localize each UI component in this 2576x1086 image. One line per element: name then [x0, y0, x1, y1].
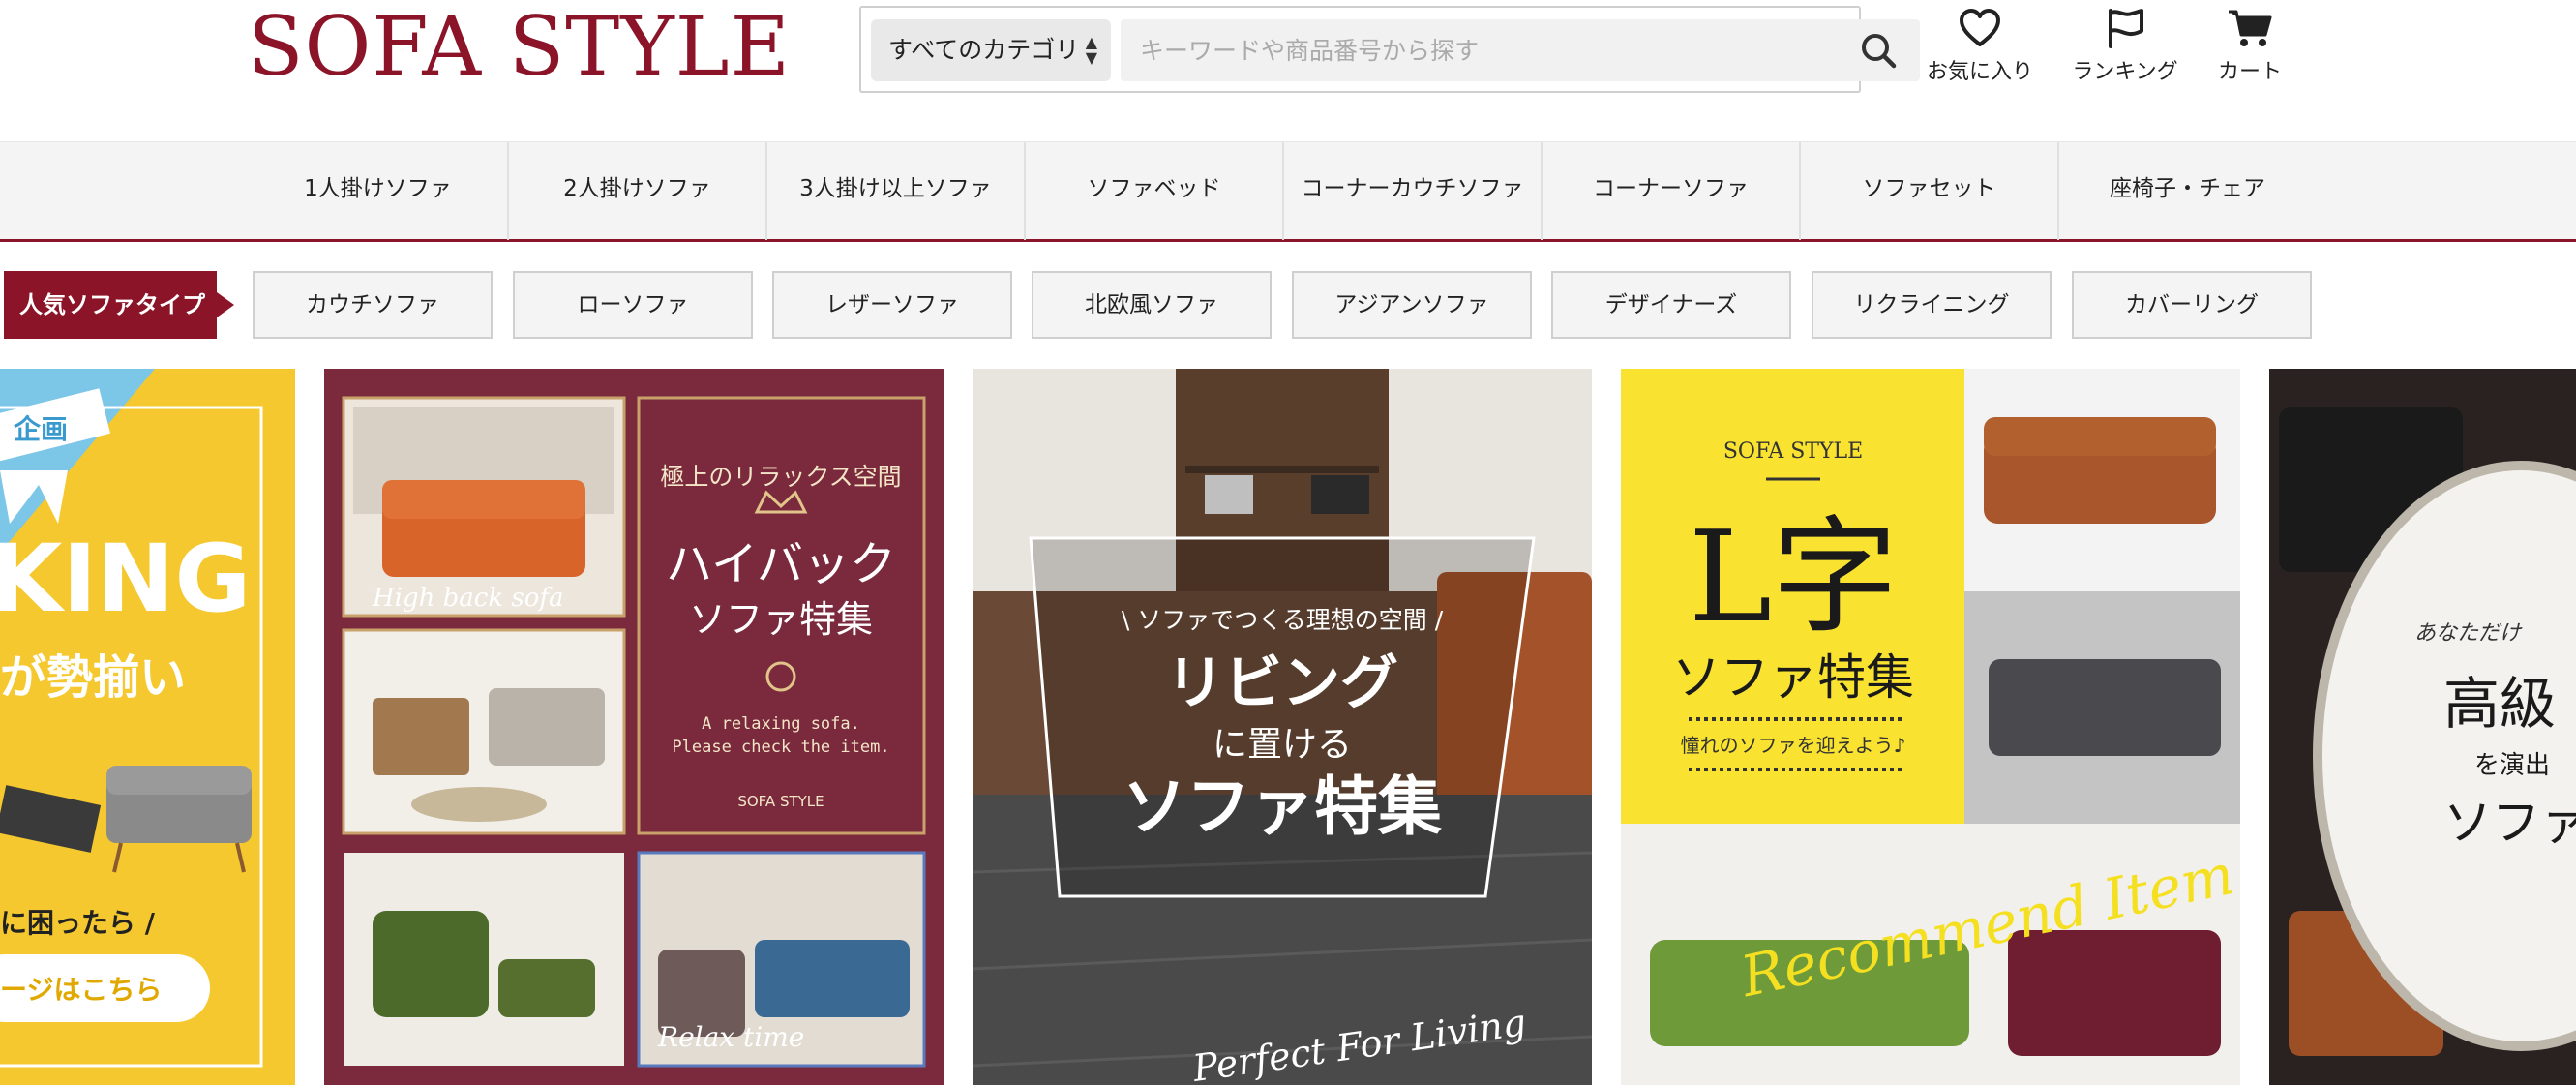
cat-chair[interactable]: 座椅子・チェア [2057, 142, 2316, 240]
banner-highback[interactable]: High back sofa Relax time 極上のリラックス空間 ハイバ… [324, 369, 944, 1085]
banner-luxury-t3: を演出 [2474, 751, 2550, 780]
type-nordic[interactable]: 北欧風ソファ [1032, 271, 1272, 339]
banner-lshape-title1: L字 [1689, 503, 1898, 650]
ranking-link[interactable]: ランキング [2067, 8, 2183, 85]
banner-lshape[interactable]: SOFA STYLE L字 ソファ特集 憧れのソファを迎えよう♪ Recomme… [1621, 369, 2240, 1085]
site-logo[interactable]: SOFA STYLE [248, 4, 791, 89]
search-icon [1862, 34, 1897, 69]
cat-1-seat[interactable]: 1人掛けソファ [249, 142, 507, 240]
type-covering[interactable]: カバーリング [2072, 271, 2312, 339]
favorites-label: お気に入り [1926, 60, 2033, 84]
banner-luxury-t2: 高級 [2443, 671, 2556, 737]
banner-ranking-title: KING [0, 525, 251, 633]
banner-highback-title1: ハイバック [666, 537, 896, 591]
popular-types-label: 人気ソファタイプ [4, 271, 234, 339]
banner-luxury[interactable]: あなただけ 高級 を演出 ソファ [2269, 369, 2576, 1085]
cat-set[interactable]: ソファセット [1799, 142, 2057, 240]
banner-ranking-sub: が勢揃い [0, 650, 186, 705]
search-input[interactable] [1121, 19, 1837, 81]
select-arrows-icon: ▲ ▼ [1085, 33, 1097, 67]
cat-corner-couch[interactable]: コーナーカウチソファ [1282, 142, 1541, 240]
banner-ranking-tag: 企画 [14, 413, 68, 445]
banner-highback-en2: Please check the item. [672, 738, 889, 757]
type-low[interactable]: ローソファ [513, 271, 753, 339]
banner-living-title2: に置ける [1213, 725, 1352, 765]
banner-living-title1: リビング [1166, 649, 1398, 717]
type-asian[interactable]: アジアンソファ [1292, 271, 1532, 339]
heart-icon [1960, 9, 2000, 46]
banner-lshape-title2: ソファ特集 [1672, 649, 1914, 706]
banner-ranking[interactable]: 企画 KING が勢揃い に困ったら / ージはこちら [0, 369, 295, 1085]
banner-living-art: \ ソファでつくる理想の空間 / リビング に置ける ソファ特集 Perfect… [973, 369, 1592, 1085]
cart-label: カート [2217, 60, 2282, 84]
banner-luxury-t1: あなただけ [2414, 621, 2523, 646]
banner-luxury-art: あなただけ 高級 を演出 ソファ [2269, 369, 2576, 1085]
banner-luxury-t4: ソファ [2443, 795, 2576, 851]
cat-2-seat[interactable]: 2人掛けソファ [507, 142, 765, 240]
type-couch[interactable]: カウチソファ [253, 271, 493, 339]
banner-ranking-button: ージはこちら [0, 974, 162, 1006]
cart-icon [2229, 10, 2272, 46]
category-select-value: すべてのカテゴリ [888, 36, 1080, 64]
banner-highback-title2: ソファ特集 [689, 598, 873, 641]
cat-3-seat[interactable]: 3人掛け以上ソファ [765, 142, 1024, 240]
banner-ranking-art: 企画 KING が勢揃い に困ったら / ージはこちら [0, 369, 263, 1068]
flag-icon [2109, 9, 2143, 48]
cat-sofabed[interactable]: ソファベッド [1024, 142, 1282, 240]
search-bar: すべてのカテゴリ ▲ ▼ [859, 6, 1920, 93]
banner-highback-script2: Relax time [657, 1021, 804, 1053]
category-select[interactable]: すべてのカテゴリ ▲ ▼ [871, 19, 1111, 81]
cart-link[interactable]: カート [2208, 8, 2291, 85]
type-reclining[interactable]: リクライニング [1812, 271, 2052, 339]
banner-living-kicker: \ ソファでつくる理想の空間 / [1122, 606, 1444, 634]
banner-lshape-brand: SOFA STYLE [1723, 439, 1863, 464]
banner-living-title3: ソファ特集 [1123, 769, 1442, 844]
search-button[interactable] [1837, 19, 1920, 81]
type-leather[interactable]: レザーソファ [772, 271, 1012, 339]
cat-corner[interactable]: コーナーソファ [1541, 142, 1799, 240]
banner-ranking-line: に困ったら / [0, 907, 156, 939]
ranking-label: ランキング [2072, 60, 2178, 84]
banner-highback-kicker: 極上のリラックス空間 [660, 463, 901, 491]
banner-highback-brand: SOFA STYLE [737, 793, 824, 810]
banner-highback-art: High back sofa Relax time 極上のリラックス空間 ハイバ… [324, 369, 944, 1085]
favorites-link[interactable]: お気に入り [1922, 8, 2038, 85]
category-nav: 1人掛けソファ 2人掛けソファ 3人掛け以上ソファ ソファベッド コーナーカウチ… [0, 141, 2576, 242]
banner-highback-script: High back sofa [372, 584, 564, 613]
type-designers[interactable]: デザイナーズ [1551, 271, 1791, 339]
banner-lshape-art: SOFA STYLE L字 ソファ特集 憧れのソファを迎えよう♪ Recomme… [1621, 369, 2240, 1085]
site-header: SOFA STYLE すべてのカテゴリ ▲▼ お気に入り ランキング [0, 0, 2576, 141]
banner-highback-en1: A relaxing sofa. [702, 714, 860, 734]
banner-lshape-sub: 憧れのソファを迎えよう♪ [1681, 734, 1906, 757]
banner-living[interactable]: \ ソファでつくる理想の空間 / リビング に置ける ソファ特集 Perfect… [973, 369, 1592, 1085]
